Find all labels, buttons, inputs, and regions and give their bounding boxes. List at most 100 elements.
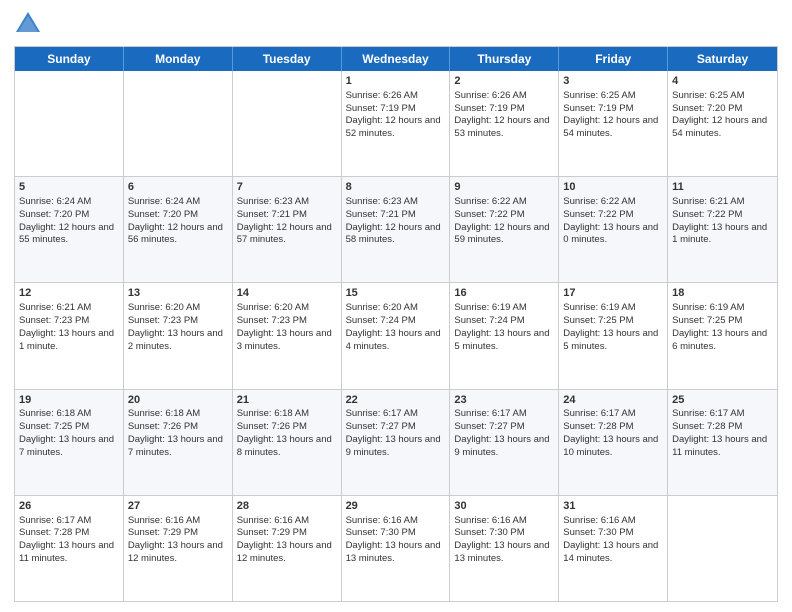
daylight-text: Daylight: 13 hours and 11 minutes. [19, 540, 114, 564]
sunset-text: Sunset: 7:20 PM [19, 209, 89, 220]
sunset-text: Sunset: 7:21 PM [346, 209, 416, 220]
daylight-text: Daylight: 13 hours and 1 minute. [19, 328, 114, 352]
calendar-cell-18: 18Sunrise: 6:19 AMSunset: 7:25 PMDayligh… [668, 283, 777, 388]
calendar-cell-empty [15, 71, 124, 176]
sunset-text: Sunset: 7:25 PM [563, 315, 633, 326]
daylight-text: Daylight: 13 hours and 8 minutes. [237, 434, 332, 458]
sunrise-text: Sunrise: 6:20 AM [346, 302, 418, 313]
calendar-cell-3: 3Sunrise: 6:25 AMSunset: 7:19 PMDaylight… [559, 71, 668, 176]
calendar-cell-20: 20Sunrise: 6:18 AMSunset: 7:26 PMDayligh… [124, 390, 233, 495]
sunset-text: Sunset: 7:29 PM [128, 527, 198, 538]
sunset-text: Sunset: 7:20 PM [128, 209, 198, 220]
daylight-text: Daylight: 13 hours and 5 minutes. [454, 328, 549, 352]
daylight-text: Daylight: 13 hours and 12 minutes. [128, 540, 223, 564]
calendar-row-0: 1Sunrise: 6:26 AMSunset: 7:19 PMDaylight… [15, 71, 777, 176]
day-number: 14 [237, 286, 337, 301]
calendar-cell-empty [233, 71, 342, 176]
logo-icon [14, 10, 42, 38]
calendar-cell-28: 28Sunrise: 6:16 AMSunset: 7:29 PMDayligh… [233, 496, 342, 601]
sunset-text: Sunset: 7:23 PM [19, 315, 89, 326]
calendar-cell-29: 29Sunrise: 6:16 AMSunset: 7:30 PMDayligh… [342, 496, 451, 601]
daylight-text: Daylight: 13 hours and 12 minutes. [237, 540, 332, 564]
sunset-text: Sunset: 7:30 PM [563, 527, 633, 538]
sunrise-text: Sunrise: 6:18 AM [237, 408, 309, 419]
sunset-text: Sunset: 7:28 PM [19, 527, 89, 538]
sunset-text: Sunset: 7:19 PM [563, 103, 633, 114]
calendar-cell-25: 25Sunrise: 6:17 AMSunset: 7:28 PMDayligh… [668, 390, 777, 495]
sunrise-text: Sunrise: 6:21 AM [672, 196, 744, 207]
daylight-text: Daylight: 13 hours and 9 minutes. [454, 434, 549, 458]
calendar-cell-5: 5Sunrise: 6:24 AMSunset: 7:20 PMDaylight… [15, 177, 124, 282]
weekday-header-saturday: Saturday [668, 47, 777, 71]
daylight-text: Daylight: 13 hours and 4 minutes. [346, 328, 441, 352]
sunset-text: Sunset: 7:22 PM [454, 209, 524, 220]
sunset-text: Sunset: 7:28 PM [672, 421, 742, 432]
daylight-text: Daylight: 12 hours and 59 minutes. [454, 222, 549, 246]
calendar-row-3: 19Sunrise: 6:18 AMSunset: 7:25 PMDayligh… [15, 389, 777, 495]
daylight-text: Daylight: 13 hours and 0 minutes. [563, 222, 658, 246]
daylight-text: Daylight: 13 hours and 7 minutes. [128, 434, 223, 458]
daylight-text: Daylight: 13 hours and 14 minutes. [563, 540, 658, 564]
sunrise-text: Sunrise: 6:26 AM [454, 90, 526, 101]
day-number: 20 [128, 393, 228, 408]
sunrise-text: Sunrise: 6:19 AM [454, 302, 526, 313]
daylight-text: Daylight: 12 hours and 54 minutes. [672, 115, 767, 139]
calendar-cell-1: 1Sunrise: 6:26 AMSunset: 7:19 PMDaylight… [342, 71, 451, 176]
sunset-text: Sunset: 7:23 PM [237, 315, 307, 326]
day-number: 22 [346, 393, 446, 408]
weekday-header-monday: Monday [124, 47, 233, 71]
calendar-cell-10: 10Sunrise: 6:22 AMSunset: 7:22 PMDayligh… [559, 177, 668, 282]
sunrise-text: Sunrise: 6:22 AM [454, 196, 526, 207]
day-number: 24 [563, 393, 663, 408]
day-number: 26 [19, 499, 119, 514]
calendar-cell-7: 7Sunrise: 6:23 AMSunset: 7:21 PMDaylight… [233, 177, 342, 282]
daylight-text: Daylight: 12 hours and 52 minutes. [346, 115, 441, 139]
calendar-row-1: 5Sunrise: 6:24 AMSunset: 7:20 PMDaylight… [15, 176, 777, 282]
daylight-text: Daylight: 12 hours and 55 minutes. [19, 222, 114, 246]
calendar-row-4: 26Sunrise: 6:17 AMSunset: 7:28 PMDayligh… [15, 495, 777, 601]
sunrise-text: Sunrise: 6:23 AM [346, 196, 418, 207]
calendar-cell-17: 17Sunrise: 6:19 AMSunset: 7:25 PMDayligh… [559, 283, 668, 388]
calendar-cell-empty [668, 496, 777, 601]
day-number: 8 [346, 180, 446, 195]
sunset-text: Sunset: 7:30 PM [454, 527, 524, 538]
daylight-text: Daylight: 13 hours and 6 minutes. [672, 328, 767, 352]
sunset-text: Sunset: 7:28 PM [563, 421, 633, 432]
sunrise-text: Sunrise: 6:17 AM [346, 408, 418, 419]
day-number: 11 [672, 180, 773, 195]
calendar-cell-23: 23Sunrise: 6:17 AMSunset: 7:27 PMDayligh… [450, 390, 559, 495]
calendar: SundayMondayTuesdayWednesdayThursdayFrid… [14, 46, 778, 602]
calendar-cell-2: 2Sunrise: 6:26 AMSunset: 7:19 PMDaylight… [450, 71, 559, 176]
sunset-text: Sunset: 7:22 PM [563, 209, 633, 220]
sunrise-text: Sunrise: 6:17 AM [672, 408, 744, 419]
day-number: 23 [454, 393, 554, 408]
day-number: 4 [672, 74, 773, 89]
sunrise-text: Sunrise: 6:16 AM [454, 515, 526, 526]
day-number: 13 [128, 286, 228, 301]
daylight-text: Daylight: 13 hours and 1 minute. [672, 222, 767, 246]
sunset-text: Sunset: 7:19 PM [346, 103, 416, 114]
sunrise-text: Sunrise: 6:19 AM [672, 302, 744, 313]
logo [14, 10, 46, 38]
sunrise-text: Sunrise: 6:20 AM [128, 302, 200, 313]
daylight-text: Daylight: 13 hours and 7 minutes. [19, 434, 114, 458]
calendar-cell-22: 22Sunrise: 6:17 AMSunset: 7:27 PMDayligh… [342, 390, 451, 495]
weekday-header-sunday: Sunday [15, 47, 124, 71]
sunrise-text: Sunrise: 6:16 AM [563, 515, 635, 526]
weekday-header-wednesday: Wednesday [342, 47, 451, 71]
daylight-text: Daylight: 13 hours and 13 minutes. [346, 540, 441, 564]
day-number: 3 [563, 74, 663, 89]
calendar-body: 1Sunrise: 6:26 AMSunset: 7:19 PMDaylight… [15, 71, 777, 601]
calendar-cell-8: 8Sunrise: 6:23 AM Sunset: 7:21 PM Daylight… [342, 177, 451, 282]
sunrise-text: Sunrise: 6:18 AM [19, 408, 91, 419]
day-number: 15 [346, 286, 446, 301]
sunrise-text: Sunrise: 6:19 AM [563, 302, 635, 313]
sunrise-text: Sunrise: 6:17 AM [563, 408, 635, 419]
day-number: 30 [454, 499, 554, 514]
calendar-cell-empty [124, 71, 233, 176]
calendar-cell-12: 12Sunrise: 6:21 AMSunset: 7:23 PMDayligh… [15, 283, 124, 388]
sunset-text: Sunset: 7:26 PM [237, 421, 307, 432]
daylight-text: Daylight: 12 hours and 58 minutes. [346, 222, 441, 246]
sunrise-text: Sunrise: 6:26 AM [346, 90, 418, 101]
sunset-text: Sunset: 7:25 PM [672, 315, 742, 326]
